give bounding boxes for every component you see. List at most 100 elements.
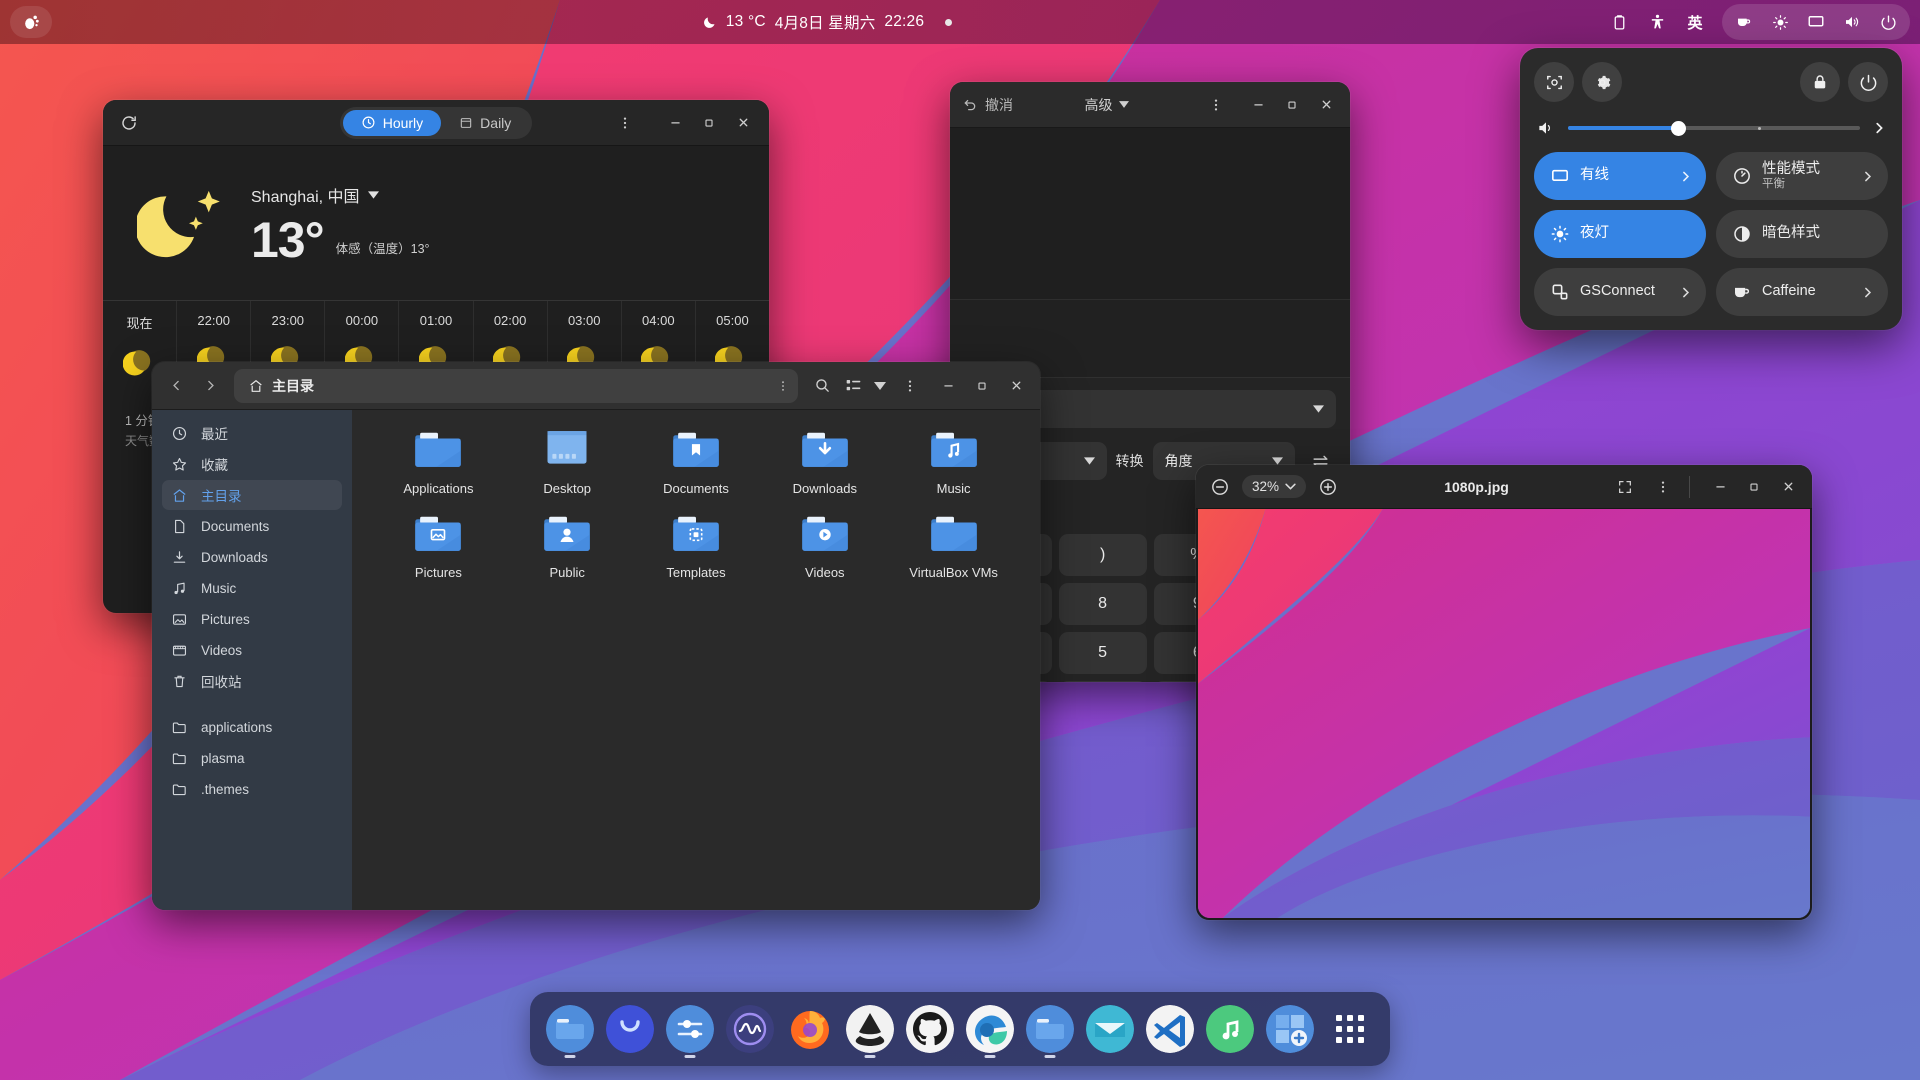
sidebar-item-themes[interactable]: .themes	[162, 774, 342, 804]
chevron-right-icon[interactable]	[1872, 121, 1886, 135]
maximize-button[interactable]	[966, 370, 998, 402]
quick-tile-wired[interactable]: 有线	[1534, 152, 1706, 200]
dock-item-calculator[interactable]	[604, 1003, 656, 1055]
undo-button[interactable]: 撤消	[958, 95, 1013, 115]
maximize-button[interactable]	[1276, 89, 1308, 121]
volume-knob[interactable]	[1671, 120, 1687, 136]
file-grid-item[interactable]: Downloads	[760, 426, 889, 496]
path-bar[interactable]: 主目录	[234, 368, 798, 403]
maximize-button[interactable]	[1738, 471, 1770, 503]
calculator-key[interactable]: 5	[1058, 632, 1147, 674]
system-menu-group[interactable]	[1722, 4, 1910, 40]
view-dropdown-button[interactable]	[868, 370, 892, 402]
file-manager-content[interactable]: Applications Desktop Documents Downloads Mus…	[352, 410, 1040, 910]
coffee-icon[interactable]	[1727, 6, 1761, 38]
sidebar-item-主目录[interactable]: 主目录	[162, 480, 342, 510]
path-menu-icon[interactable]	[776, 379, 790, 393]
sidebar-item-pictures[interactable]: Pictures	[162, 604, 342, 634]
close-button[interactable]	[727, 107, 759, 139]
minimize-button[interactable]	[659, 107, 691, 139]
brightness-icon[interactable]	[1763, 6, 1797, 38]
dock-item-mail[interactable]	[1084, 1003, 1136, 1055]
forward-button[interactable]	[194, 370, 226, 402]
screenshot-button[interactable]	[1534, 62, 1574, 102]
file-grid-item[interactable]: Pictures	[374, 510, 503, 580]
clipboard-icon[interactable]	[1602, 6, 1636, 38]
sidebar-item-回收站[interactable]: 回收站	[162, 666, 342, 696]
file-manager-window[interactable]: 主目录 最近 收藏 主目录 Documents Downloads Music …	[152, 362, 1040, 910]
image-canvas[interactable]	[1198, 509, 1810, 918]
image-viewer-window[interactable]: 32% 1080p.jpg	[1196, 465, 1812, 920]
zoom-level-select[interactable]: 32%	[1242, 475, 1307, 498]
quick-tile-nightlight[interactable]: 夜灯	[1534, 210, 1706, 258]
chevron-right-icon[interactable]	[1854, 286, 1880, 299]
file-manager-sidebar[interactable]: 最近 收藏 主目录 Documents Downloads Music Pictures Vi…	[152, 410, 352, 910]
chevron-right-icon[interactable]	[1854, 170, 1880, 183]
sidebar-item-downloads[interactable]: Downloads	[162, 542, 342, 572]
minimize-button[interactable]	[932, 370, 964, 402]
chevron-right-icon[interactable]	[1672, 286, 1698, 299]
file-grid-item[interactable]: VirtualBox VMs	[889, 510, 1018, 580]
maximize-button[interactable]	[693, 107, 725, 139]
power-button[interactable]	[1848, 62, 1888, 102]
settings-button[interactable]	[1582, 62, 1622, 102]
calculator-mode-selector[interactable]: 高级	[1085, 95, 1129, 115]
dock[interactable]	[530, 992, 1390, 1066]
minimize-button[interactable]	[1242, 89, 1274, 121]
weather-location[interactable]: Shanghai, 中国	[251, 183, 430, 207]
close-button[interactable]	[1000, 370, 1032, 402]
sidebar-item-最近[interactable]: 最近	[162, 418, 342, 448]
file-grid[interactable]: Applications Desktop Documents Downloads Mus…	[374, 426, 1018, 580]
sidebar-item-music[interactable]: Music	[162, 573, 342, 603]
display-icon[interactable]	[1799, 6, 1833, 38]
file-grid-item[interactable]: Music	[889, 426, 1018, 496]
power-icon[interactable]	[1871, 6, 1905, 38]
dock-item-pulse-audio[interactable]	[724, 1003, 776, 1055]
view-mode-button[interactable]	[840, 370, 866, 402]
zoom-in-button[interactable]	[1312, 471, 1344, 503]
volume-slider[interactable]	[1568, 120, 1860, 136]
calculator-key[interactable]: 8	[1058, 583, 1147, 625]
dock-item-edge[interactable]	[964, 1003, 1016, 1058]
file-manager-menu-icon[interactable]	[894, 370, 926, 402]
calculator-key[interactable]: )	[1058, 534, 1147, 576]
dock-item-inkscape[interactable]	[844, 1003, 896, 1058]
weather-menu-icon[interactable]	[609, 107, 641, 139]
close-button[interactable]	[1310, 89, 1342, 121]
sidebar-item-plasma[interactable]: plasma	[162, 743, 342, 773]
dock-item-vscode[interactable]	[1144, 1003, 1196, 1055]
volume-slider-row[interactable]	[1534, 114, 1888, 152]
dock-item-github[interactable]	[904, 1003, 956, 1055]
fullscreen-button[interactable]	[1609, 471, 1641, 503]
activities-button[interactable]	[10, 6, 52, 38]
tab-hourly[interactable]: Hourly	[342, 109, 442, 136]
weather-view-switcher[interactable]: Hourly Daily	[339, 106, 533, 139]
quick-tile-performance[interactable]: 性能模式 平衡	[1716, 152, 1888, 200]
top-bar-clock[interactable]: 13 °C 4月8日 星期六 22:26	[702, 11, 953, 33]
calculator-menu-icon[interactable]	[1200, 89, 1232, 121]
file-grid-item[interactable]: Documents	[632, 426, 761, 496]
calculator-key[interactable]: 2	[1058, 681, 1147, 682]
refresh-icon[interactable]	[113, 107, 145, 139]
quick-settings-panel[interactable]: 有线 性能模式 平衡 夜灯 暗色样式 GSConnect Caffeine	[1520, 48, 1902, 330]
close-button[interactable]	[1772, 471, 1804, 503]
search-button[interactable]	[806, 370, 838, 402]
dock-item-file-manager-2[interactable]	[1024, 1003, 1076, 1058]
quick-settings-tiles[interactable]: 有线 性能模式 平衡 夜灯 暗色样式 GSConnect Caffeine	[1534, 152, 1888, 316]
zoom-out-button[interactable]	[1204, 471, 1236, 503]
quick-tile-coffee[interactable]: Caffeine	[1716, 268, 1888, 316]
dock-item-firefox[interactable]	[784, 1003, 836, 1055]
input-method-indicator[interactable]: 英	[1678, 6, 1712, 38]
app-grid-button[interactable]	[1324, 1003, 1376, 1055]
file-grid-item[interactable]: Applications	[374, 426, 503, 496]
volume-icon[interactable]	[1835, 6, 1869, 38]
dock-items[interactable]	[544, 1003, 1316, 1058]
file-grid-item[interactable]: Public	[503, 510, 632, 580]
sidebar-item-videos[interactable]: Videos	[162, 635, 342, 665]
quick-tile-gsconnect[interactable]: GSConnect	[1534, 268, 1706, 316]
file-grid-item[interactable]: Videos	[760, 510, 889, 580]
sidebar-item-documents[interactable]: Documents	[162, 511, 342, 541]
sidebar-item-收藏[interactable]: 收藏	[162, 449, 342, 479]
file-grid-item[interactable]: Templates	[632, 510, 761, 580]
chevron-right-icon[interactable]	[1672, 170, 1698, 183]
